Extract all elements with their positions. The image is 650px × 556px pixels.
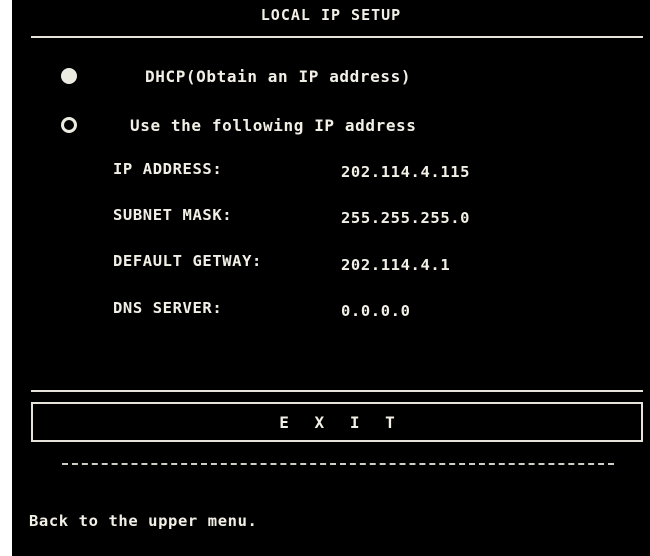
exit-divider — [31, 390, 643, 392]
dns-server-label: DNS SERVER: — [113, 299, 223, 317]
dashed-separator — [62, 463, 614, 465]
status-message: Back to the upper menu. — [29, 512, 258, 530]
screen-title: LOCAL IP SETUP — [260, 6, 402, 24]
default-gateway-field[interactable]: 202.114.4.1 — [341, 256, 450, 274]
exit-button-label: E X I T — [279, 412, 403, 432]
default-gateway-label: DEFAULT GETWAY: — [113, 252, 262, 270]
dhcp-radio-button[interactable] — [61, 68, 77, 84]
title-divider — [31, 36, 643, 38]
static-ip-option-label[interactable]: Use the following IP address — [130, 116, 417, 135]
local-ip-setup-screen: LOCAL IP SETUP DHCP(Obtain an IP address… — [12, 0, 650, 556]
dhcp-option-label[interactable]: DHCP(Obtain an IP address) — [145, 67, 411, 86]
ip-address-field[interactable]: 202.114.4.115 — [341, 163, 470, 181]
static-ip-radio-button[interactable] — [61, 117, 77, 133]
ip-address-label: IP ADDRESS: — [113, 160, 223, 178]
subnet-mask-field[interactable]: 255.255.255.0 — [341, 209, 470, 227]
exit-button[interactable]: E X I T — [31, 402, 643, 442]
dns-server-field[interactable]: 0.0.0.0 — [341, 302, 411, 320]
subnet-mask-label: SUBNET MASK: — [113, 206, 233, 224]
